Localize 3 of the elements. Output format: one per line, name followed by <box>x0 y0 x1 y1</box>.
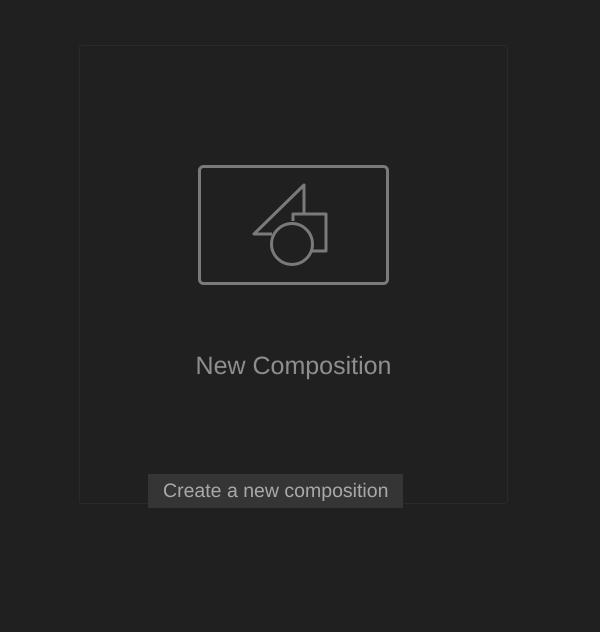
tooltip: Create a new composition <box>148 474 404 508</box>
composition-icon <box>198 165 389 285</box>
card-title: New Composition <box>196 351 392 381</box>
